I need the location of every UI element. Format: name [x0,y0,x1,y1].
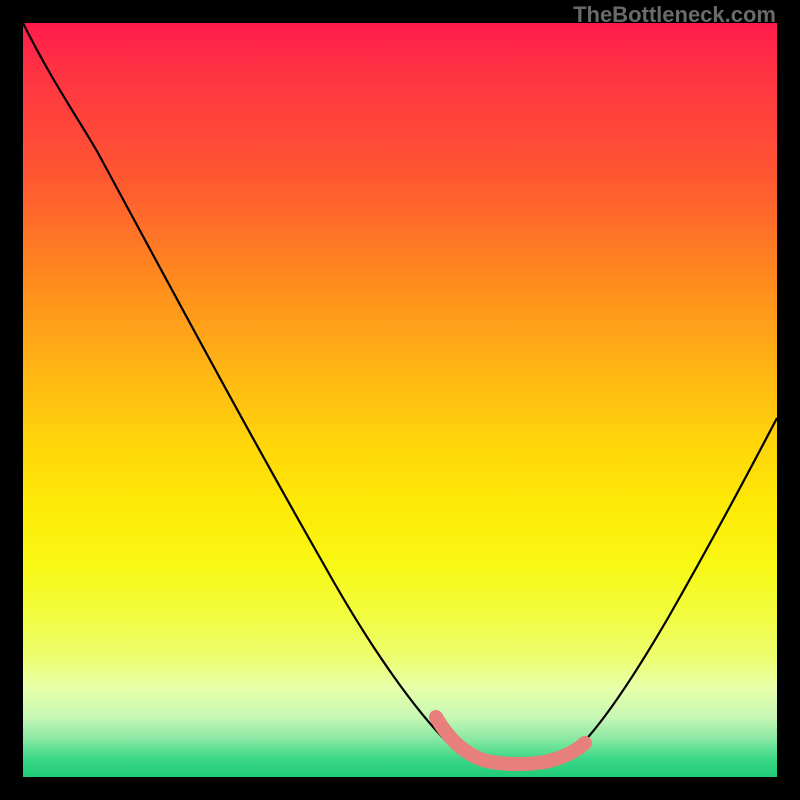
pink-band [436,717,585,764]
watermark-text: TheBottleneck.com [573,2,776,28]
bottleneck-curve [23,23,777,765]
chart-frame [23,23,777,777]
chart-plot-area [23,23,777,777]
